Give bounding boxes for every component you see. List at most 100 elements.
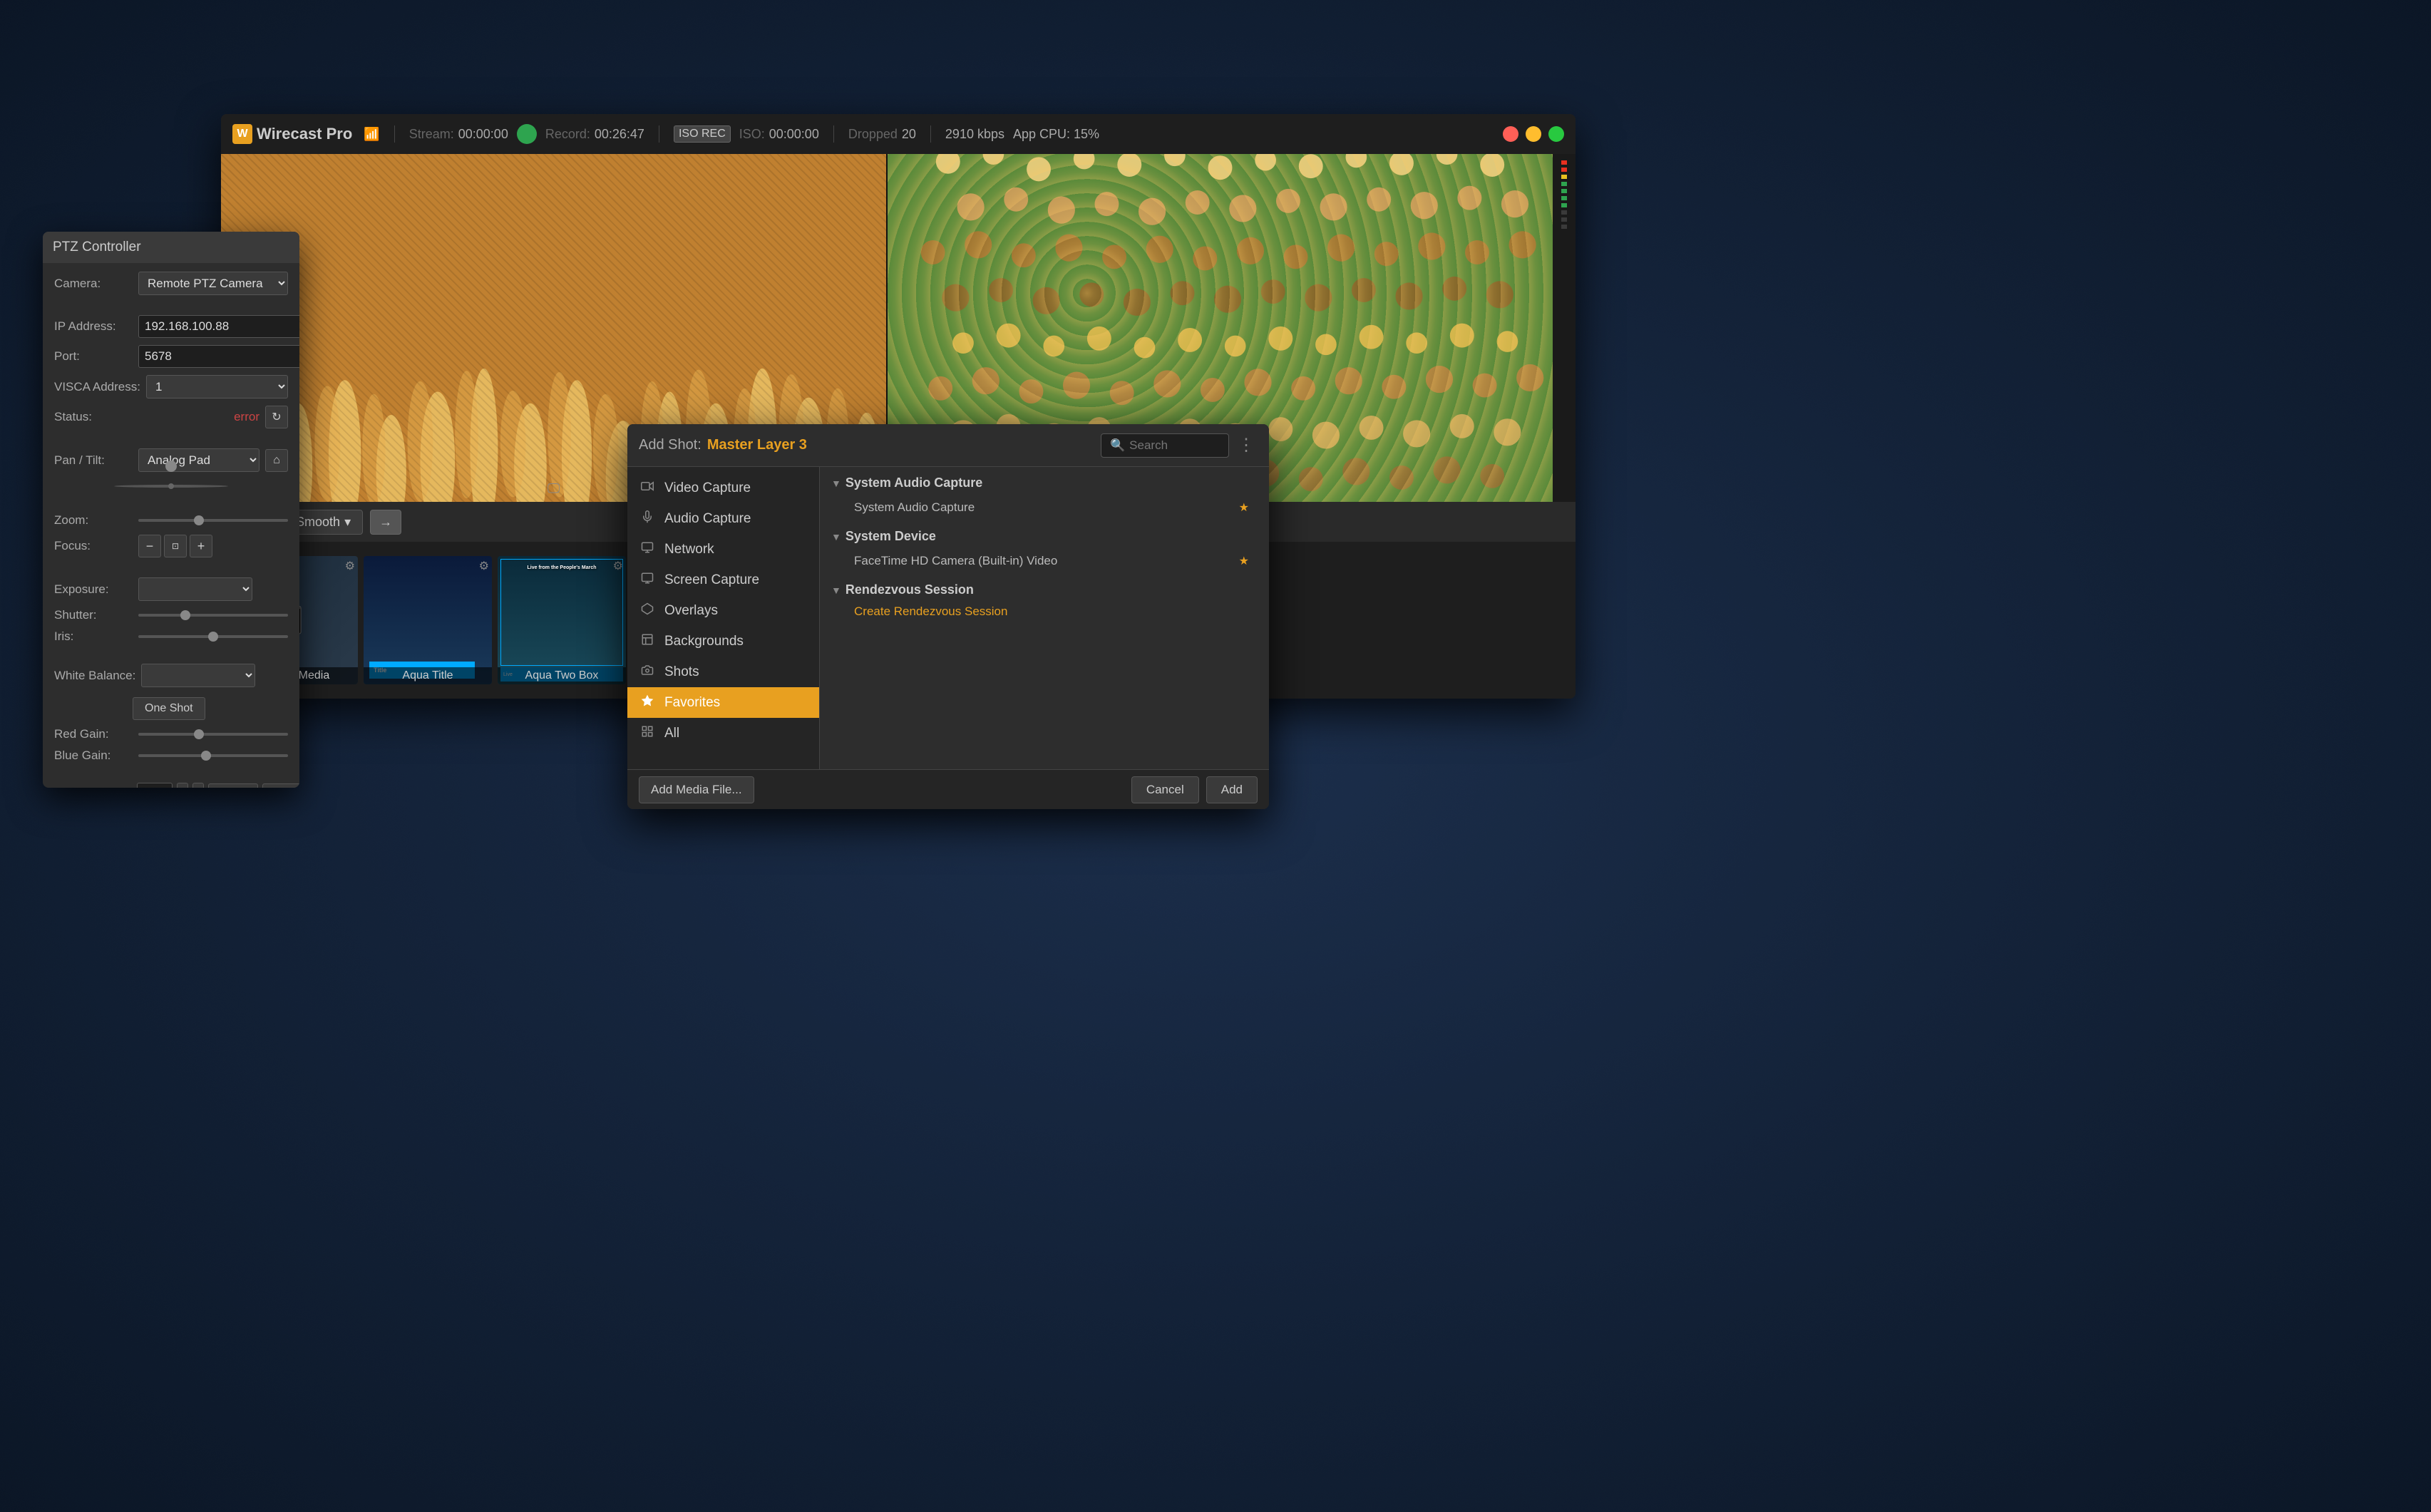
section-header-audio: ▼ System Audio Capture xyxy=(831,475,1258,490)
focus-plus-button[interactable]: + xyxy=(190,535,212,557)
focus-auto-button[interactable]: ⊡ xyxy=(164,535,187,557)
dialog-body: Video Capture Audio Capture Network xyxy=(627,467,1269,769)
sidebar-label-favorites: Favorites xyxy=(664,695,720,711)
wifi-icon: 📶 xyxy=(364,127,379,142)
dialog-header: Add Shot: Master Layer 3 🔍 ⋮ xyxy=(627,424,1269,467)
dialog-more-button[interactable]: ⋮ xyxy=(1235,434,1258,457)
maximize-button[interactable] xyxy=(1548,126,1564,142)
vu-bar-empty3 xyxy=(1561,225,1567,229)
ptz-exposure-select[interactable] xyxy=(138,577,252,601)
ptz-wb-select[interactable] xyxy=(141,664,255,687)
bitrate-stat: 2910 kbps xyxy=(945,127,1004,142)
ptz-shutter-row: Shutter: xyxy=(54,608,288,622)
dialog-footer: Add Media File... Cancel Add xyxy=(627,769,1269,809)
sep3 xyxy=(833,125,834,143)
ptz-controller-window: PTZ Controller Camera: Remote PTZ Camera… xyxy=(43,232,299,788)
app-icon: W xyxy=(232,124,252,144)
sidebar-item-favorites[interactable]: Favorites xyxy=(627,687,819,718)
one-shot-button[interactable]: One Shot xyxy=(133,697,205,720)
ptz-zoom-slider[interactable] xyxy=(138,519,288,522)
ptz-visca-select[interactable]: 1 xyxy=(146,375,288,398)
sidebar-item-all[interactable]: All xyxy=(627,718,819,749)
network-icon xyxy=(639,541,656,557)
sidebar-label-network: Network xyxy=(664,542,714,557)
dialog-search-box[interactable]: 🔍 xyxy=(1101,433,1229,458)
focus-buttons: − ⊡ + xyxy=(138,535,212,557)
record-stat: Record: 00:26:47 xyxy=(545,127,644,142)
audio-capture-icon xyxy=(639,510,656,527)
gear-icon-social[interactable]: ⚙ xyxy=(345,559,355,573)
gear-icon-aqua-two-box[interactable]: ⚙ xyxy=(613,559,623,573)
section-title-device: System Device xyxy=(846,529,936,544)
add-media-file-button[interactable]: Add Media File... xyxy=(639,776,754,803)
monitor-icon: 🖵 xyxy=(548,481,560,496)
item-label-system-audio: System Audio Capture xyxy=(854,500,975,515)
ptz-iris-slider[interactable] xyxy=(138,635,288,638)
vu-bar-empty1 xyxy=(1561,210,1567,215)
preset-save-button[interactable]: Save xyxy=(262,783,299,788)
section-rendezvous: ▼ Rendezvous Session Create Rendezvous S… xyxy=(831,582,1258,622)
ptz-camera-label: Camera: xyxy=(54,277,133,291)
shot-thumb-aqua-title[interactable]: Title Aqua Title ⚙ xyxy=(364,556,492,684)
sep1 xyxy=(394,125,395,143)
ptz-visca-row: VISCA Address: 1 xyxy=(54,375,288,398)
ptz-blue-gain-slider[interactable] xyxy=(138,754,288,757)
preset-down-button[interactable]: ▼ xyxy=(192,783,204,788)
search-input[interactable] xyxy=(1129,438,1215,453)
chevron-audio: ▼ xyxy=(831,478,841,489)
ptz-port-label: Port: xyxy=(54,349,133,364)
cpu-stat: App CPU: 15% xyxy=(1013,127,1099,142)
add-button[interactable]: Add xyxy=(1206,776,1258,803)
focus-minus-button[interactable]: − xyxy=(138,535,161,557)
vu-bar-green4 xyxy=(1561,203,1567,207)
chevron-rendezvous: ▼ xyxy=(831,585,841,596)
ptz-port-input[interactable] xyxy=(138,345,299,368)
record-button[interactable] xyxy=(517,124,537,144)
ptz-joystick[interactable] xyxy=(114,485,228,488)
video-capture-icon xyxy=(639,480,656,496)
sidebar-item-audio-capture[interactable]: Audio Capture xyxy=(627,503,819,534)
add-shot-dialog: Add Shot: Master Layer 3 🔍 ⋮ Video Captu… xyxy=(627,424,1269,809)
ptz-shutter-label: Shutter: xyxy=(54,608,133,622)
vu-bar-empty2 xyxy=(1561,217,1567,222)
sidebar-item-overlays[interactable]: Overlays xyxy=(627,595,819,626)
sep4 xyxy=(930,125,931,143)
ptz-camera-select[interactable]: Remote PTZ Camera xyxy=(138,272,288,295)
ptz-red-gain-slider[interactable] xyxy=(138,733,288,736)
ptz-status-row: Status: error ↻ xyxy=(54,406,288,428)
section-system-device: ▼ System Device FaceTime HD Camera (Buil… xyxy=(831,529,1258,574)
shot-thumb-aqua-two-box[interactable]: Live from the People's March Live Aqua T… xyxy=(498,556,626,684)
cancel-button[interactable]: Cancel xyxy=(1131,776,1199,803)
minimize-button[interactable] xyxy=(1526,126,1541,142)
ptz-shutter-slider[interactable] xyxy=(138,614,288,617)
go-button[interactable]: → xyxy=(370,510,401,535)
star-button-facetime[interactable]: ★ xyxy=(1239,554,1249,568)
ptz-status-label: Status: xyxy=(54,410,133,424)
gear-icon-aqua-title[interactable]: ⚙ xyxy=(479,559,489,573)
overlays-icon xyxy=(639,602,656,619)
close-button[interactable] xyxy=(1503,126,1518,142)
dialog-title-label: Add Shot: xyxy=(639,437,701,453)
ptz-presets-input[interactable] xyxy=(137,783,173,788)
item-facetime-camera: FaceTime HD Camera (Built-in) Video ★ xyxy=(846,548,1258,574)
ptz-refresh-button[interactable]: ↻ xyxy=(265,406,288,428)
preset-recall-button[interactable]: Recall xyxy=(208,783,258,788)
sidebar-item-screen-capture[interactable]: Screen Capture xyxy=(627,565,819,595)
ptz-pan-tilt-select[interactable]: Analog Pad xyxy=(138,448,259,472)
create-rendezvous-link[interactable]: Create Rendezvous Session xyxy=(846,602,1258,622)
ptz-title: PTZ Controller xyxy=(53,240,141,255)
sidebar-item-video-capture[interactable]: Video Capture xyxy=(627,473,819,503)
live-from-text: Live from the People's March xyxy=(504,565,620,570)
sidebar-item-network[interactable]: Network xyxy=(627,534,819,565)
ptz-home-button[interactable]: ⌂ xyxy=(265,449,288,472)
vu-bar-yellow xyxy=(1561,175,1567,179)
preset-up-button[interactable]: ▲ xyxy=(177,783,188,788)
ptz-ip-input[interactable] xyxy=(138,315,299,338)
section-title-audio: System Audio Capture xyxy=(846,475,982,490)
sidebar-item-backgrounds[interactable]: Backgrounds xyxy=(627,626,819,657)
star-button-system-audio[interactable]: ★ xyxy=(1239,500,1249,515)
section-system-audio-capture: ▼ System Audio Capture System Audio Capt… xyxy=(831,475,1258,520)
vu-bar-red2 xyxy=(1561,168,1567,172)
ptz-blue-gain-label: Blue Gain: xyxy=(54,749,133,763)
sidebar-item-shots[interactable]: Shots xyxy=(627,657,819,687)
